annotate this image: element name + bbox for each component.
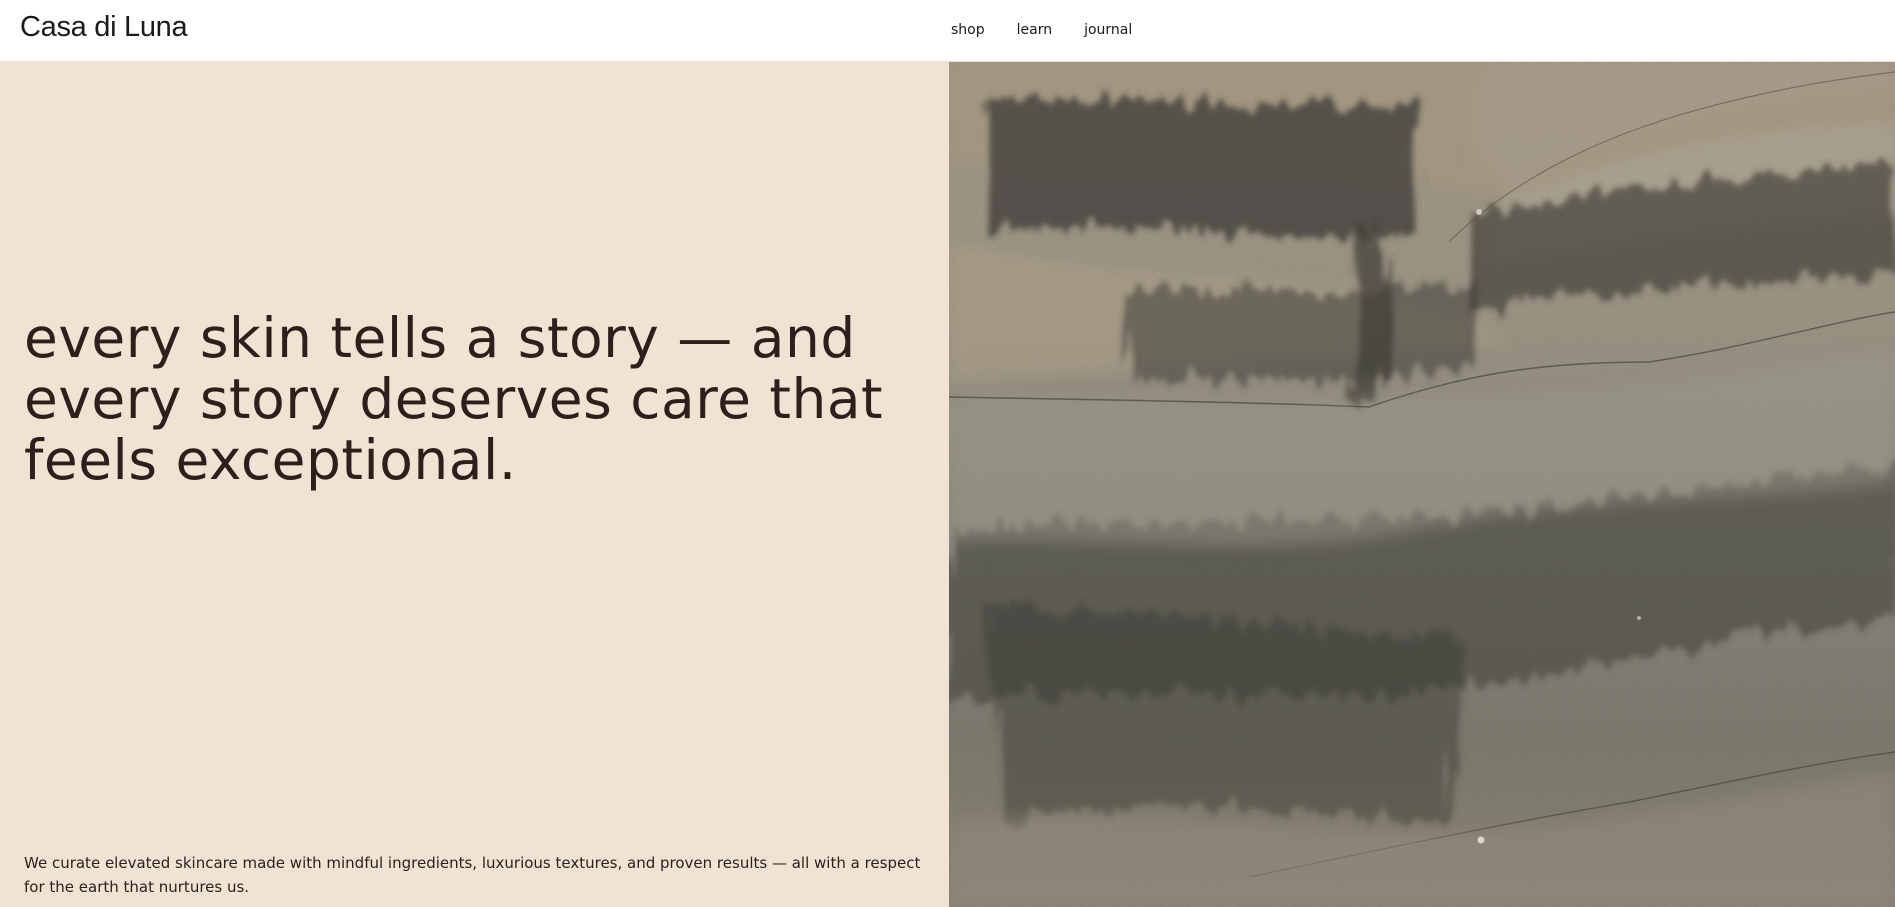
nav-link-journal[interactable]: journal bbox=[1084, 22, 1132, 38]
brand-logo[interactable]: Casa di Luna bbox=[20, 11, 188, 44]
nav-link-learn[interactable]: learn bbox=[1017, 22, 1052, 38]
site-header: Casa di Luna shop learn journal bbox=[0, 0, 1895, 62]
nav-link-shop[interactable]: shop bbox=[951, 22, 985, 38]
hero-headline: every skin tells a story — and every sto… bbox=[24, 306, 884, 492]
main-nav: shop learn journal bbox=[951, 22, 1132, 38]
hero-image-sand-texture bbox=[949, 62, 1895, 907]
hero-text-panel: every skin tells a story — and every sto… bbox=[0, 62, 949, 907]
hero-intro-text: We curate elevated skincare made with mi… bbox=[24, 854, 921, 896]
page: Casa di Luna shop learn journal every sk… bbox=[0, 0, 1895, 907]
